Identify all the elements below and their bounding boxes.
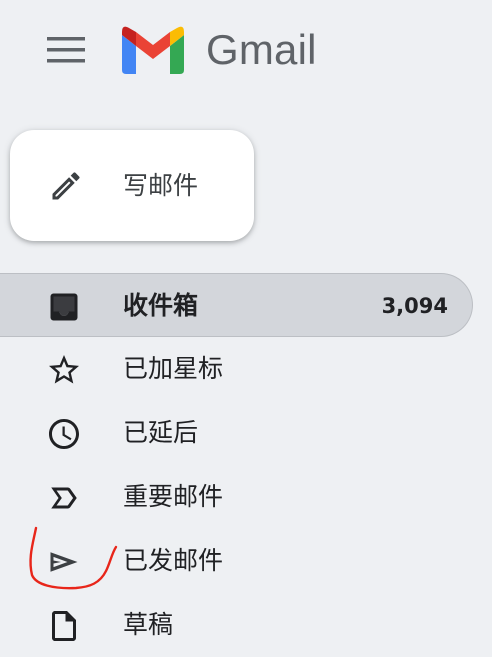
main-menu-button[interactable]	[38, 27, 94, 73]
send-icon	[50, 552, 78, 572]
app-name: Gmail	[206, 26, 317, 73]
sidebar-item-starred[interactable]: 已加星标	[0, 337, 492, 401]
important-label-icon	[51, 487, 77, 509]
sidebar-item-snoozed[interactable]: 已延后	[0, 401, 492, 465]
sidebar-item-label: 收件箱	[123, 291, 199, 320]
pencil-icon	[52, 172, 80, 200]
sidebar-item-drafts[interactable]: 草稿	[0, 593, 492, 657]
compose-label: 写邮件	[123, 171, 199, 200]
sidebar-item-important[interactable]: 重要邮件	[0, 465, 492, 529]
sidebar-item-label: 已延后	[123, 418, 199, 447]
clock-icon	[49, 419, 79, 449]
sidebar-nav: 收件箱 3,094 已加星标 已延后 重要邮件 已发邮件 草稿	[0, 273, 492, 657]
compose-button[interactable]: 写邮件	[10, 130, 254, 241]
unread-count: 3,094	[381, 294, 448, 318]
sidebar-item-label: 已加星标	[123, 354, 224, 383]
draft-file-icon	[52, 611, 76, 641]
sidebar-item-label: 已发邮件	[123, 546, 224, 575]
gmail-m-logo	[122, 26, 184, 74]
hamburger-menu-icon	[47, 37, 85, 63]
sidebar-item-label: 重要邮件	[123, 482, 224, 511]
sidebar-item-sent[interactable]: 已发邮件	[0, 529, 492, 593]
star-icon	[49, 355, 79, 384]
sidebar-item-inbox[interactable]: 收件箱 3,094	[0, 273, 473, 337]
inbox-icon	[50, 293, 78, 321]
sidebar-item-label: 草稿	[123, 610, 174, 639]
gmail-logo-link[interactable]: Gmail	[122, 26, 317, 74]
